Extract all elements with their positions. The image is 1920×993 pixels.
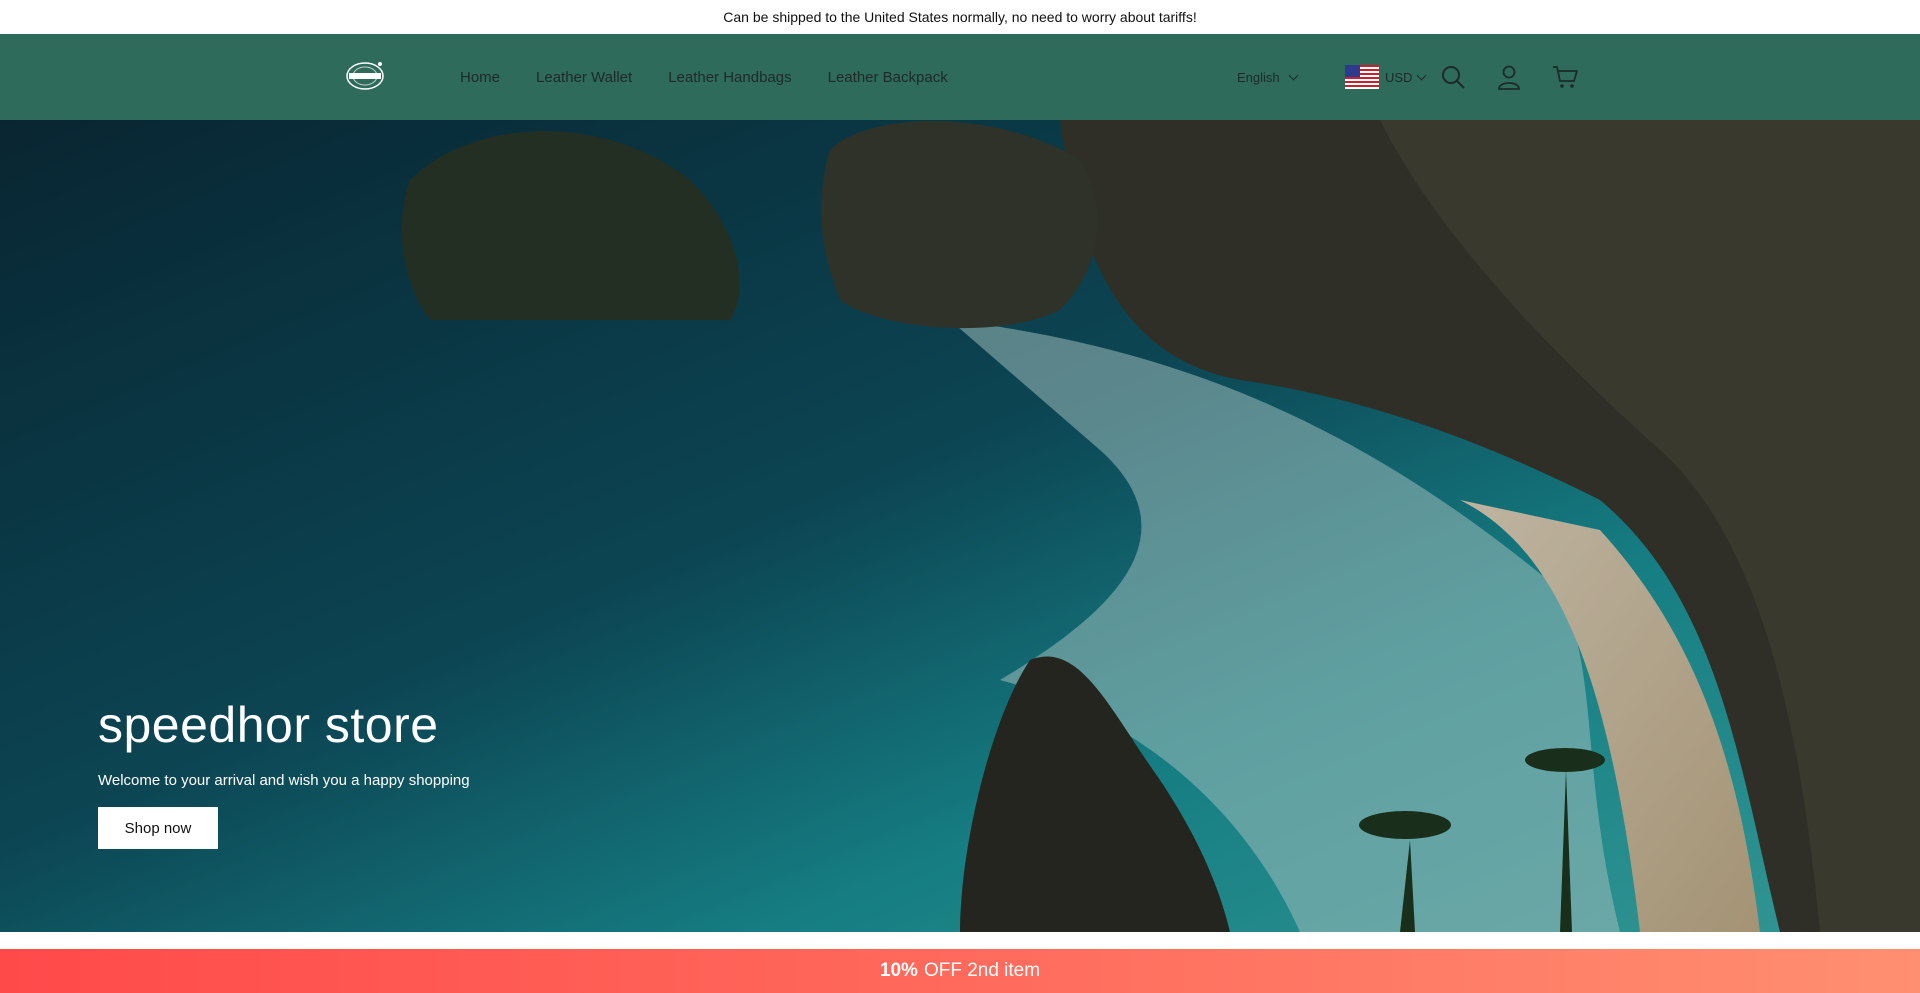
search-button[interactable] — [1438, 62, 1468, 92]
currency-label: USD — [1385, 69, 1413, 85]
nav-leather-handbags[interactable]: Leather Handbags — [668, 69, 791, 86]
promo-banner[interactable]: 10% OFF 2nd item — [0, 949, 1920, 993]
us-flag-icon — [1345, 65, 1379, 89]
announcement-bar: Can be shipped to the United States norm… — [0, 0, 1920, 34]
language-selector[interactable]: English — [1237, 34, 1299, 120]
account-button[interactable] — [1494, 62, 1524, 92]
nav-home[interactable]: Home — [460, 69, 500, 86]
hero-content: speedhor store Welcome to your arrival a… — [98, 696, 470, 849]
currency-selector[interactable]: USD — [1345, 34, 1427, 120]
logo-icon — [346, 62, 384, 90]
chevron-down-icon — [1288, 70, 1299, 80]
site-header: Home Leather Wallet Leather Handbags Lea… — [0, 34, 1920, 120]
promo-text: OFF 2nd item — [923, 960, 1041, 981]
cart-icon — [1553, 66, 1578, 88]
chevron-down-icon — [1417, 70, 1427, 80]
cart-button[interactable] — [1550, 62, 1580, 92]
search-icon — [1442, 66, 1465, 89]
hero-subtitle: Welcome to your arrival and wish you a h… — [98, 772, 470, 789]
nav-leather-wallet[interactable]: Leather Wallet — [536, 69, 632, 86]
promo-highlight: 10% — [879, 960, 918, 981]
account-icon — [1498, 65, 1520, 90]
nav-leather-backpack[interactable]: Leather Backpack — [828, 69, 948, 86]
store-logo[interactable] — [344, 60, 386, 92]
shop-now-button[interactable]: Shop now — [98, 807, 218, 849]
announcement-text: Can be shipped to the United States norm… — [723, 9, 1197, 25]
language-label: English — [1237, 69, 1280, 85]
hero-banner: speedhor store Welcome to your arrival a… — [0, 120, 1920, 932]
main-nav: Home Leather Wallet Leather Handbags Lea… — [460, 34, 984, 120]
hero-title: speedhor store — [98, 697, 439, 753]
